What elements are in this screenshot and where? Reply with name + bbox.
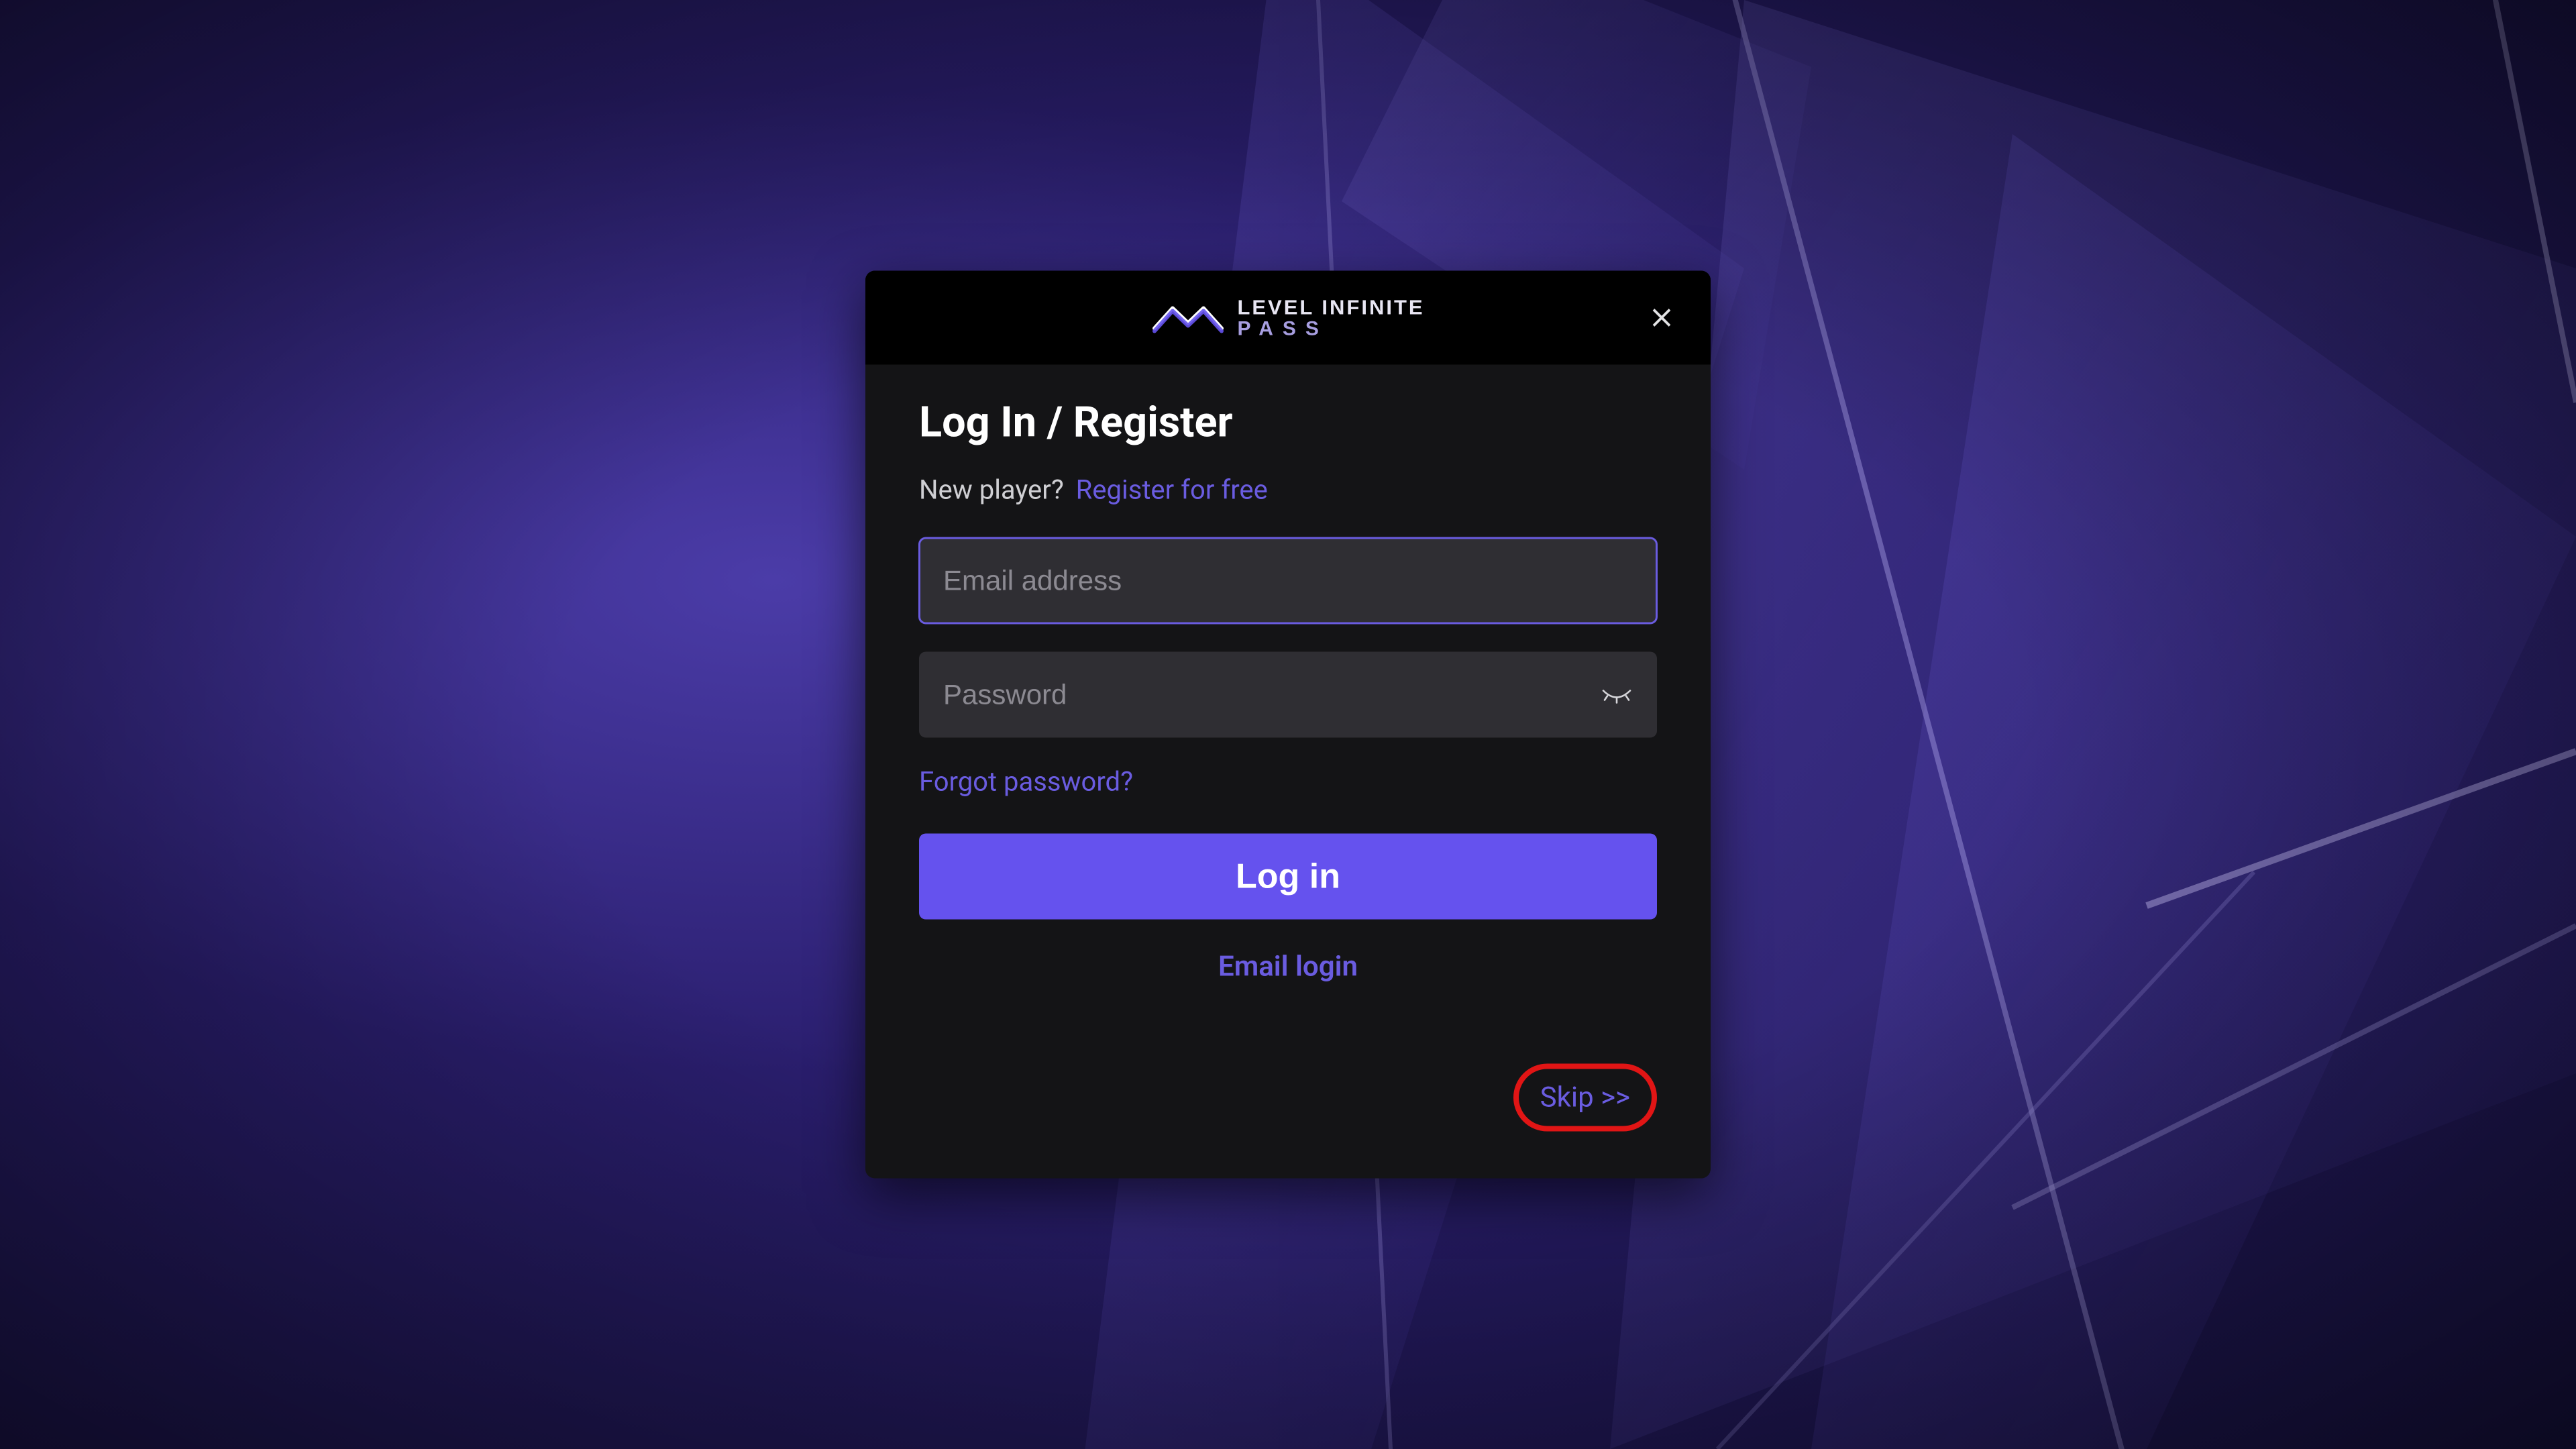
register-link[interactable]: Register for free <box>1076 474 1268 506</box>
logo-line2: PASS <box>1237 319 1424 339</box>
eye-closed-icon <box>1601 685 1633 705</box>
login-button[interactable]: Log in <box>919 834 1657 920</box>
skip-row: Skip >> <box>919 1064 1657 1132</box>
close-button[interactable] <box>1646 303 1677 333</box>
password-input[interactable] <box>919 652 1657 738</box>
email-login-link[interactable]: Email login <box>919 951 1657 983</box>
toggle-password-visibility-button[interactable] <box>1599 682 1634 708</box>
skip-link[interactable]: Skip >> <box>1513 1064 1657 1132</box>
password-input-wrap <box>919 652 1657 738</box>
email-input[interactable] <box>919 538 1657 624</box>
login-modal: LEVEL INFINITE PASS Log In / Register Ne… <box>865 271 1711 1179</box>
forgot-password-link[interactable]: Forgot password? <box>919 766 1133 798</box>
modal-body: Log In / Register New player? Register f… <box>865 365 1711 1179</box>
modal-title: Log In / Register <box>919 398 1657 447</box>
logo-line1: LEVEL INFINITE <box>1237 297 1424 317</box>
modal-header: LEVEL INFINITE PASS <box>865 271 1711 365</box>
brand-logo: LEVEL INFINITE PASS <box>1151 297 1424 339</box>
logo-text: LEVEL INFINITE PASS <box>1237 297 1424 339</box>
close-icon <box>1650 306 1674 330</box>
register-prompt-row: New player? Register for free <box>919 474 1657 506</box>
email-input-wrap <box>919 538 1657 624</box>
logo-mark-icon <box>1151 299 1225 337</box>
new-player-label: New player? <box>919 474 1064 506</box>
